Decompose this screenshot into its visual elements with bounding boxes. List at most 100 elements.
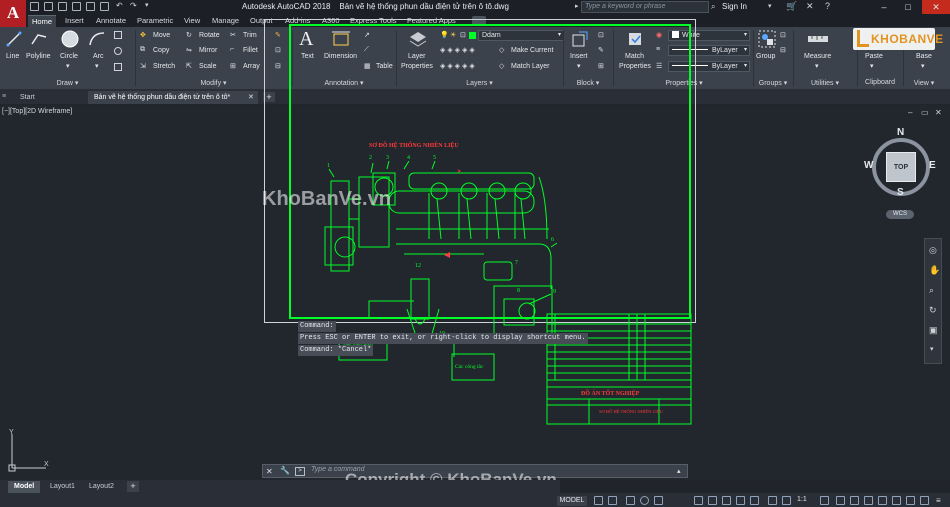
snap-icon[interactable] — [608, 496, 617, 505]
array-button[interactable]: Array — [243, 63, 260, 70]
mirror-button[interactable]: Mirror — [199, 47, 217, 54]
view-group-title[interactable]: View ▾ — [904, 79, 944, 89]
circle-dropdown-icon[interactable]: ▾ — [66, 62, 70, 70]
print-icon[interactable] — [86, 2, 95, 11]
zoom-extents-icon[interactable]: ⌕ — [929, 285, 934, 296]
compass-north[interactable]: N — [897, 127, 904, 138]
copy-button[interactable]: Copy — [153, 47, 169, 54]
tab-layout2[interactable]: Layout2 — [83, 481, 120, 493]
close-tab-icon[interactable]: ✕ — [248, 93, 254, 101]
polar-icon[interactable] — [640, 496, 649, 505]
tab-manage[interactable]: Manage — [208, 15, 243, 27]
isolate-objects-icon[interactable] — [892, 496, 901, 505]
fillet-icon[interactable]: ⌐ — [230, 46, 234, 53]
paste-dropdown-icon[interactable]: ▾ — [870, 62, 874, 70]
lineweight-toggle-icon[interactable] — [722, 496, 731, 505]
save-icon[interactable] — [58, 2, 67, 11]
stretch-button[interactable]: Stretch — [153, 63, 175, 70]
viewcube-top-face[interactable]: TOP — [886, 152, 916, 182]
group-edit-icon[interactable]: ⊟ — [780, 46, 786, 54]
tab-active-drawing[interactable]: Bản vẽ hệ thống phun dầu điện tử trên ô … — [88, 91, 258, 104]
tab-start[interactable]: Start — [14, 91, 41, 104]
signin-dropdown-icon[interactable]: ▾ — [768, 2, 772, 10]
copy-icon[interactable]: ⧉ — [140, 46, 145, 54]
move-icon[interactable]: ✥ — [140, 31, 146, 39]
tab-model[interactable]: Model — [8, 481, 41, 493]
arc-button[interactable]: Arc — [93, 53, 104, 60]
draw-group-title[interactable]: Draw ▾ — [0, 79, 135, 89]
clean-screen-icon[interactable] — [920, 496, 929, 505]
redo-icon[interactable]: ↷ — [130, 1, 137, 10]
quick-properties-icon[interactable] — [864, 496, 873, 505]
cart-icon[interactable]: 🛒 — [786, 1, 797, 12]
viewcube[interactable]: TOP N S E W — [862, 127, 940, 206]
trim-icon[interactable]: ✂ — [230, 31, 236, 39]
expand-search-icon[interactable]: ▸ — [575, 2, 579, 10]
rotate-icon[interactable]: ↻ — [186, 31, 192, 39]
help-icon[interactable]: ? — [825, 1, 830, 11]
undo-icon[interactable]: ↶ — [116, 1, 123, 10]
tab-insert[interactable]: Insert — [61, 15, 88, 27]
units-icon[interactable] — [850, 496, 859, 505]
ortho-icon[interactable] — [626, 496, 635, 505]
command-close-icon[interactable]: ✕ — [266, 467, 273, 476]
tab-view[interactable]: View — [180, 15, 204, 27]
circle-button[interactable]: Circle — [60, 53, 78, 60]
paste-button[interactable]: Paste — [865, 53, 883, 60]
new-layout-button[interactable]: + — [127, 481, 139, 492]
otrack-icon[interactable] — [708, 496, 717, 505]
pan-icon[interactable]: ✋ — [929, 265, 940, 276]
application-menu-button[interactable]: A — [0, 0, 26, 27]
mirror-icon[interactable]: ⇋ — [186, 46, 192, 54]
auto-scale-icon[interactable] — [782, 496, 791, 505]
tab-home[interactable]: Home — [28, 15, 57, 27]
close-button[interactable]: ✕ — [922, 0, 950, 14]
arc-dropdown-icon[interactable]: ▾ — [95, 62, 99, 70]
polyline-button[interactable]: Polyline — [26, 53, 51, 60]
fillet-button[interactable]: Fillet — [243, 47, 258, 54]
viewport-restore-icon[interactable]: ▭ — [921, 108, 929, 117]
arc-icon[interactable] — [88, 31, 106, 47]
measure-icon[interactable] — [807, 31, 829, 47]
utilities-group-title[interactable]: Utilities ▾ — [794, 79, 856, 89]
compass-south[interactable]: S — [897, 187, 904, 198]
line-button[interactable]: Line — [6, 53, 19, 60]
compass-west[interactable]: W — [864, 160, 873, 171]
steering-wheel-icon[interactable]: ◎ — [929, 245, 937, 256]
tab-annotate[interactable]: Annotate — [92, 15, 130, 27]
workspace-gear-icon[interactable] — [820, 496, 829, 505]
groups-group-title[interactable]: Groups ▾ — [754, 79, 792, 89]
fuel-system-drawing[interactable]: 1 2 3 4 5 6 7 8 9 10 11 12 SƠ ĐỒ HỆ THỐN… — [289, 129, 693, 425]
sign-in-link[interactable]: Sign In — [722, 2, 747, 11]
rotate-button[interactable]: Rotate — [199, 32, 220, 39]
command-history-icon[interactable]: ▴ — [677, 467, 681, 475]
hatch-icon[interactable] — [114, 47, 122, 55]
customization-menu-icon[interactable]: ≡ — [936, 496, 941, 505]
qat-dropdown-icon[interactable]: ▾ — [145, 1, 149, 9]
orbit-icon[interactable]: ↻ — [929, 305, 937, 316]
isodraft-icon[interactable] — [694, 496, 703, 505]
stretch-icon[interactable]: ⇲ — [140, 62, 146, 70]
grid-icon[interactable] — [594, 496, 603, 505]
trim-button[interactable]: Trim — [243, 32, 257, 39]
annotation-visibility-icon[interactable] — [768, 496, 777, 505]
viewport-controls[interactable]: [−][Top][2D Wireframe] — [2, 108, 72, 115]
lock-ui-icon[interactable] — [878, 496, 887, 505]
hardware-acceleration-icon[interactable] — [906, 496, 915, 505]
line-icon[interactable] — [6, 31, 22, 47]
tab-parametric[interactable]: Parametric — [133, 15, 177, 27]
osnap-icon[interactable] — [654, 496, 663, 505]
command-prompt-icon[interactable]: > — [295, 467, 305, 476]
base-button[interactable]: Base — [916, 53, 932, 60]
save-as-icon[interactable] — [72, 2, 81, 11]
array-icon[interactable]: ⊞ — [230, 62, 236, 70]
tab-layout1[interactable]: Layout1 — [44, 481, 81, 493]
circle-icon[interactable] — [60, 29, 80, 49]
minimize-button[interactable]: – — [872, 0, 896, 14]
plot-icon[interactable] — [100, 2, 109, 11]
viewport-minimize-icon[interactable]: – — [908, 108, 912, 117]
annotation-monitor-icon[interactable] — [836, 496, 845, 505]
exchange-icon[interactable]: ✕ — [806, 1, 814, 12]
model-space-button[interactable]: MODEL — [557, 496, 587, 506]
navbar-menu-icon[interactable]: ▾ — [930, 345, 934, 353]
